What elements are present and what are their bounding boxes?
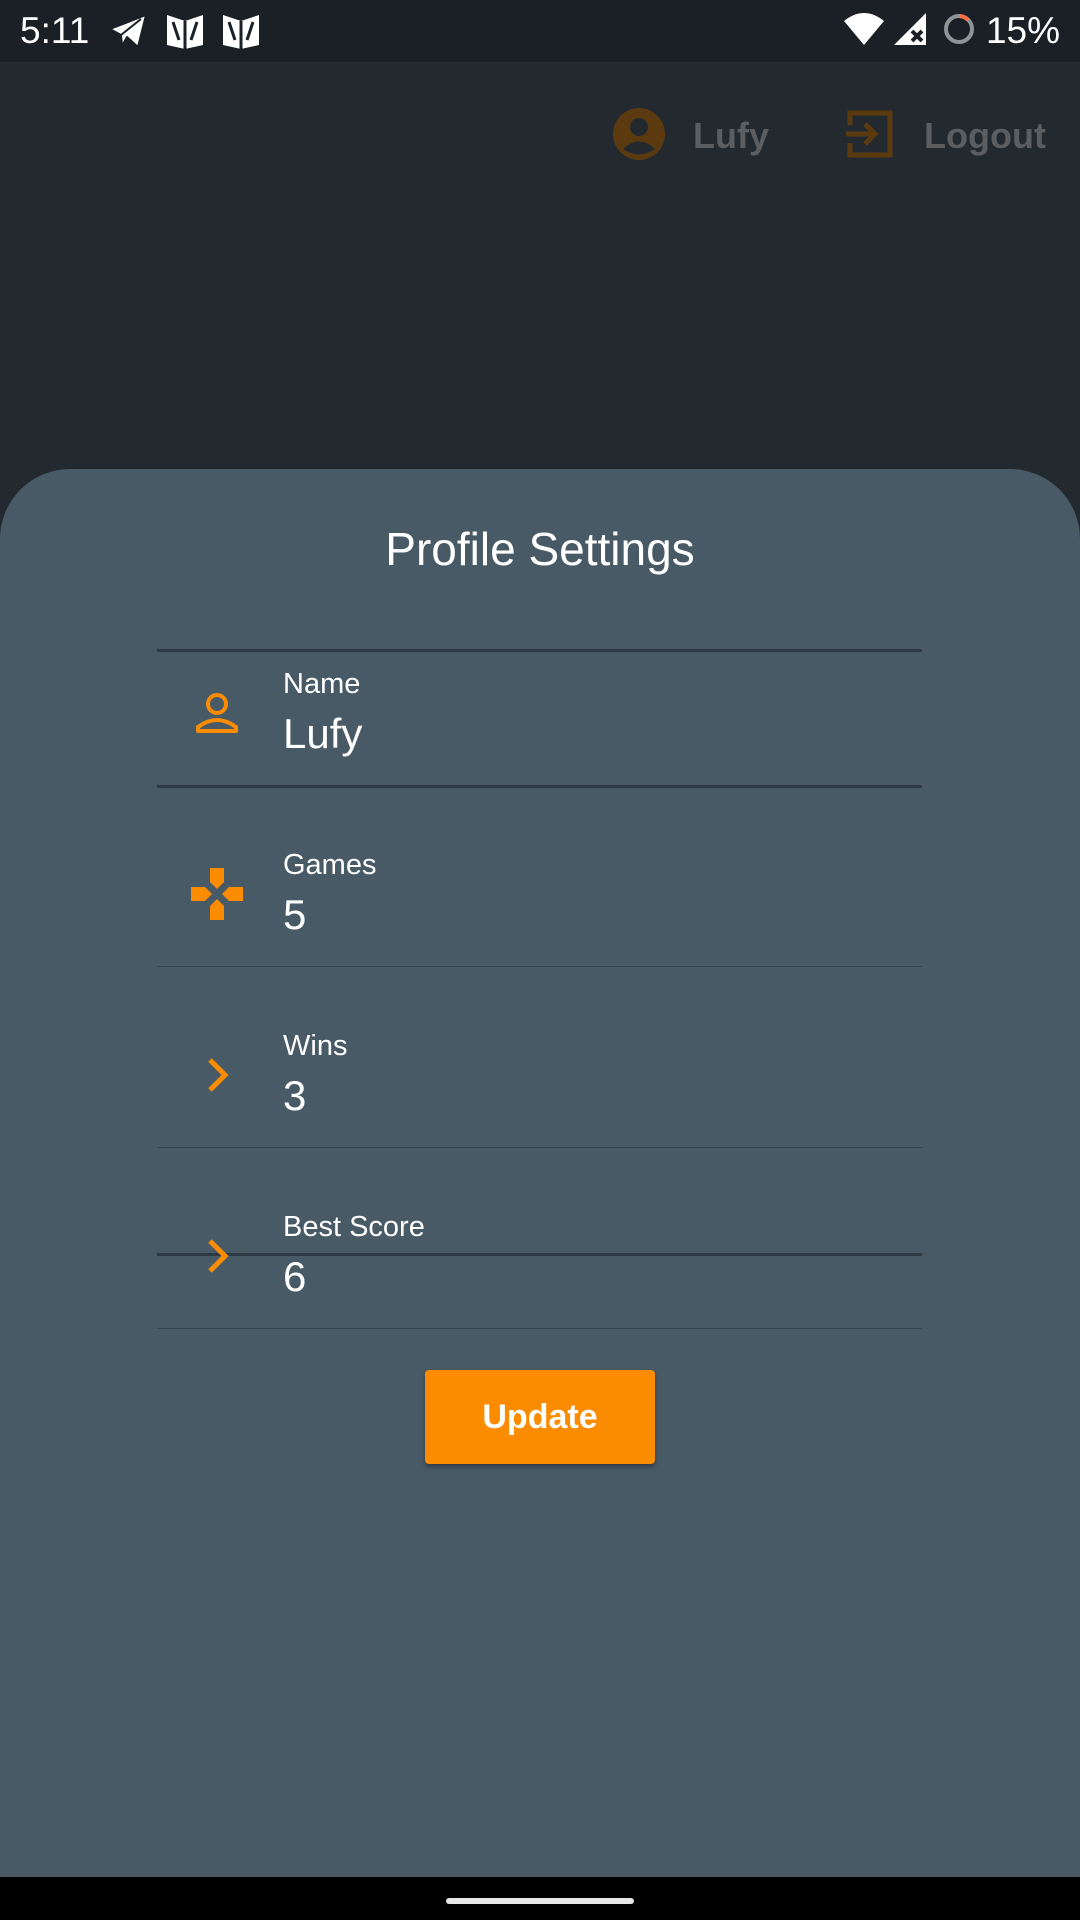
logout-icon xyxy=(844,109,894,164)
status-time: 5:11 xyxy=(20,10,90,51)
app-header: Lufy Logout xyxy=(0,62,1080,210)
telegram-icon xyxy=(108,12,150,50)
battery-percentage: 15% xyxy=(985,10,1060,51)
field-label: Games xyxy=(283,849,377,881)
games-field: Games 5 xyxy=(157,786,922,967)
field-value: 3 xyxy=(283,1072,307,1119)
field-label: Best Score xyxy=(283,1211,425,1243)
name-field[interactable]: Name Lufy xyxy=(157,605,922,788)
app-icon xyxy=(164,12,206,50)
home-indicator[interactable] xyxy=(446,1898,634,1904)
status-bar: 5:11 15% xyxy=(0,0,1080,62)
app-icon xyxy=(220,12,262,50)
best-score-field: Best Score 6 xyxy=(157,1148,922,1329)
account-circle-icon xyxy=(611,106,667,167)
status-system-icons: 15% xyxy=(842,8,1060,54)
header-user-button[interactable]: Lufy xyxy=(611,106,769,167)
battery-icon xyxy=(942,12,976,51)
chevron-right-icon xyxy=(189,1047,245,1103)
field-label: Name xyxy=(283,668,361,700)
field-label: Wins xyxy=(283,1030,348,1062)
signal-icon xyxy=(892,11,928,52)
logout-button[interactable]: Logout xyxy=(844,108,1046,164)
name-input[interactable]: Lufy xyxy=(283,709,362,759)
person-icon xyxy=(189,685,245,741)
wins-field: Wins 3 xyxy=(157,967,922,1148)
wifi-icon xyxy=(842,11,886,52)
field-value: 6 xyxy=(283,1253,307,1300)
update-button[interactable]: Update xyxy=(425,1370,655,1464)
header-user-name: Lufy xyxy=(693,115,769,156)
status-notification-icons xyxy=(108,12,262,50)
field-value: 5 xyxy=(283,891,307,938)
navigation-bar xyxy=(0,1877,1080,1920)
chevron-right-icon xyxy=(189,1228,245,1284)
gamepad-icon xyxy=(189,866,245,922)
logout-label: Logout xyxy=(924,115,1046,156)
